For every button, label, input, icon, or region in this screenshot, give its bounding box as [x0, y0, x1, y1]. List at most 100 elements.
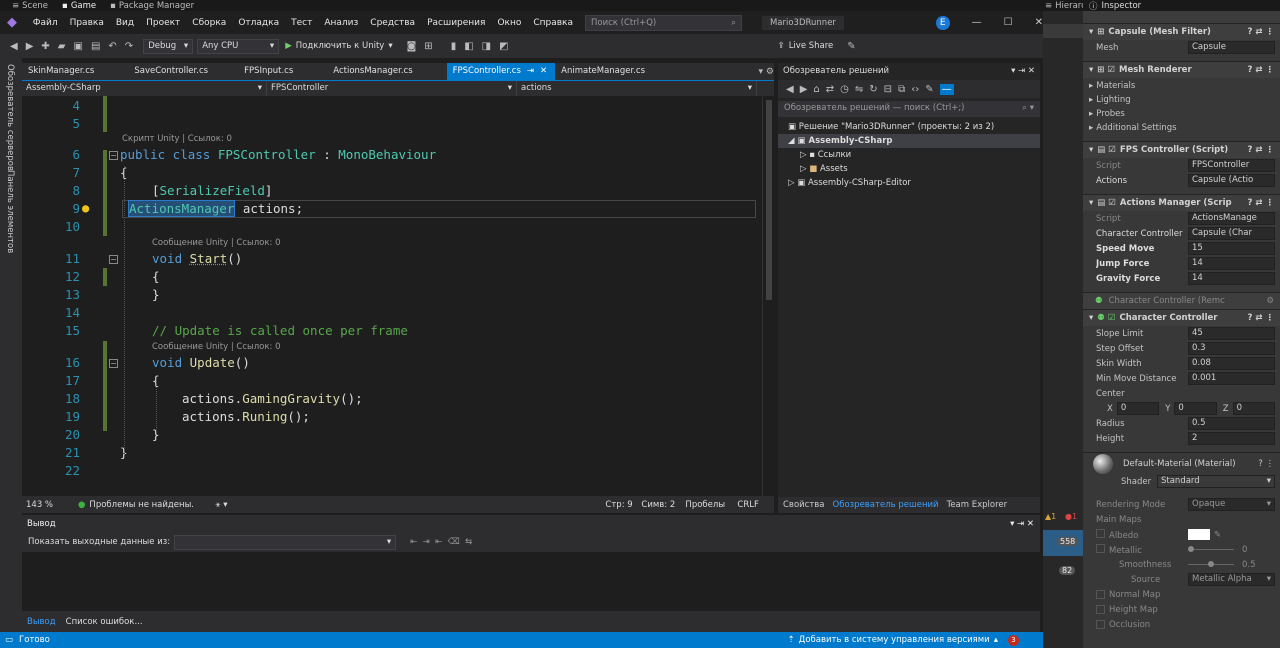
- pin-icon[interactable]: ⇥: [527, 63, 534, 80]
- slope-limit-field[interactable]: 45: [1188, 327, 1275, 340]
- menu-debug[interactable]: Отладка: [238, 18, 279, 28]
- new-project-icon[interactable]: ✚: [41, 41, 49, 52]
- bookmark-prev-icon[interactable]: ◧: [464, 41, 473, 52]
- tab-skinmanager[interactable]: SkinManager.cs: [22, 63, 128, 80]
- tab-team-explorer[interactable]: Team Explorer: [947, 500, 1008, 510]
- fold-toggle-icon[interactable]: −: [109, 359, 118, 368]
- bookmark-icon[interactable]: ▮: [451, 41, 457, 52]
- metallic-slider[interactable]: [1188, 546, 1234, 552]
- error-icon[interactable]: ●1: [1065, 512, 1077, 521]
- forward-icon[interactable]: ▶: [800, 84, 808, 95]
- output-toolbar-icons[interactable]: ⇤ ⇥ ⇤ ⌫ ⇆: [410, 537, 472, 547]
- refresh-icon[interactable]: ↻: [869, 84, 877, 95]
- center-z-field[interactable]: 0: [1232, 402, 1275, 415]
- collapse-icon[interactable]: ⊟: [884, 84, 892, 95]
- back-icon[interactable]: ◀: [10, 41, 18, 52]
- tree-project-assembly[interactable]: ◢ ▣ Assembly-CSharp: [778, 134, 1040, 148]
- eol-indicator[interactable]: CRLF: [737, 500, 758, 510]
- unity-tab-package-manager[interactable]: ▪ Package Manager: [110, 1, 194, 11]
- menu-build[interactable]: Сборка: [192, 18, 226, 28]
- menu-extensions[interactable]: Расширения: [427, 18, 485, 28]
- solution-search-input[interactable]: Обозреватель решений — поиск (Ctrl+;) ⌕ ▾: [778, 101, 1040, 117]
- tab-overflow-icon[interactable]: ▾ ⚙: [759, 67, 774, 77]
- component-mesh-filter[interactable]: ▾ ⊞ Capsule (Mesh Filter) ? ⇄ ⋮: [1083, 23, 1280, 40]
- codelens-message[interactable]: Сообщение Unity | Ссылок: 0: [152, 342, 281, 352]
- pending-icon[interactable]: ◷: [840, 84, 849, 95]
- tree-assets[interactable]: ▷ ■ Assets: [778, 162, 1040, 176]
- component-menu-icon[interactable]: ? ⇄ ⋮: [1248, 313, 1274, 323]
- class-dropdown[interactable]: FPSController ▾: [267, 80, 517, 97]
- tree-project-editor[interactable]: ▷ ▣ Assembly-CSharp-Editor: [778, 176, 1040, 190]
- brush-icon[interactable]: ⚹ ▾: [215, 500, 265, 510]
- albedo-color-swatch[interactable]: [1188, 529, 1210, 540]
- back-icon[interactable]: ◀: [786, 84, 794, 95]
- search-input[interactable]: Поиск (Ctrl+Q) ⌕: [585, 14, 742, 31]
- bookmark-next-icon[interactable]: ◨: [482, 41, 491, 52]
- shader-select[interactable]: Standard ▾: [1157, 475, 1275, 488]
- tab-solution-explorer[interactable]: Обозреватель решений: [833, 500, 939, 510]
- tab-fpsinput[interactable]: FPSInput.cs: [238, 63, 327, 80]
- menu-help[interactable]: Справка: [533, 18, 573, 28]
- tab-output[interactable]: Вывод: [27, 617, 56, 627]
- scroll-thumb[interactable]: [766, 100, 772, 300]
- fold-toggle-icon[interactable]: −: [109, 255, 118, 264]
- component-mesh-renderer[interactable]: ▾ ⊞ ☑ Mesh Renderer ? ⇄ ⋮: [1083, 61, 1280, 78]
- clear-bookmarks-icon[interactable]: ◩: [499, 41, 508, 52]
- foldout-additional-settings[interactable]: ▸ Additional Settings: [1083, 121, 1280, 135]
- component-menu-icon[interactable]: ? ⇄ ⋮: [1248, 198, 1274, 208]
- view-code-icon[interactable]: ‹›: [911, 84, 919, 95]
- center-x-field[interactable]: 0: [1116, 402, 1160, 415]
- camera-icon[interactable]: ◙: [407, 41, 417, 52]
- redo-icon[interactable]: ↷: [125, 41, 133, 52]
- height-field[interactable]: 2: [1188, 432, 1275, 445]
- menu-window[interactable]: Окно: [497, 18, 521, 28]
- metallic-value[interactable]: 0: [1242, 545, 1247, 555]
- show-files-icon[interactable]: ⧉: [898, 84, 905, 95]
- tab-savecontroller[interactable]: SaveController.cs: [128, 63, 238, 80]
- speed-move-field[interactable]: 15: [1188, 242, 1275, 255]
- source-select[interactable]: Metallic Alpha ▾: [1188, 573, 1275, 586]
- tab-error-list[interactable]: Список ошибок...: [66, 617, 143, 627]
- live-share-button[interactable]: ⇪ Live Share: [778, 41, 834, 51]
- rendering-mode-select[interactable]: Opaque ▾: [1188, 498, 1275, 511]
- tree-references[interactable]: ▷ ▪ Ссылки: [778, 148, 1040, 162]
- whitespace-indicator[interactable]: Пробелы: [685, 500, 737, 510]
- menu-test[interactable]: Тест: [291, 18, 312, 28]
- component-character-controller-removed[interactable]: ⚉ Character Controller (Remc ⚙: [1083, 292, 1280, 309]
- unity-tab-game[interactable]: ▪ Game: [62, 1, 96, 11]
- menu-file[interactable]: Файл: [33, 18, 58, 28]
- member-dropdown[interactable]: actions ▾: [517, 80, 757, 97]
- notifications-badge[interactable]: 3: [1008, 634, 1019, 646]
- component-menu-icon[interactable]: ? ⇄ ⋮: [1248, 65, 1274, 75]
- unity-tab-scene[interactable]: ≡ Scene: [12, 1, 48, 11]
- save-icon[interactable]: ▣: [74, 41, 83, 52]
- avatar[interactable]: E: [935, 15, 950, 30]
- sync-icon[interactable]: ⇋: [855, 84, 863, 95]
- server-explorer-tab[interactable]: Обозреватель серверов: [5, 64, 15, 171]
- jump-force-field[interactable]: 14: [1188, 257, 1275, 270]
- hierarchy-selected-row[interactable]: [1043, 24, 1083, 38]
- codelens-script[interactable]: Скрипт Unity | Ссылок: 0: [122, 134, 232, 144]
- source-control-icon[interactable]: ⇡: [788, 635, 795, 645]
- mesh-field[interactable]: Capsule: [1188, 41, 1275, 54]
- minimize-icon[interactable]: —: [972, 17, 982, 28]
- add-to-source-control[interactable]: Добавить в систему управления версиями: [799, 635, 990, 645]
- component-character-controller[interactable]: ▾ ⚉ ☑ Character Controller ? ⇄ ⋮: [1083, 309, 1280, 326]
- layout-icon[interactable]: ⊞: [424, 41, 432, 52]
- save-all-icon[interactable]: ▤: [91, 41, 100, 52]
- fold-toggle-icon[interactable]: −: [109, 151, 118, 160]
- project-dropdown[interactable]: Assembly-CSharp ▾: [22, 80, 267, 97]
- configuration-select[interactable]: Debug ▾: [143, 38, 194, 54]
- properties-icon[interactable]: ✎: [925, 84, 933, 95]
- foldout-probes[interactable]: ▸ Probes: [1083, 107, 1280, 121]
- codelens-message[interactable]: Сообщение Unity | Ссылок: 0: [152, 238, 281, 248]
- undo-icon[interactable]: ↶: [108, 41, 116, 52]
- tab-animatemanager[interactable]: AnimateManager.cs: [555, 63, 661, 80]
- warning-icon[interactable]: ▲1: [1045, 512, 1056, 521]
- tab-close-icon[interactable]: ✕: [540, 63, 547, 80]
- maximize-icon[interactable]: ☐: [1004, 17, 1013, 28]
- panel-controls-icon[interactable]: ▾ ⇥ ✕: [1011, 66, 1035, 77]
- code-editor[interactable]: 4 5 Скрипт Unity | Ссылок: 0 6 − public …: [22, 96, 762, 496]
- lightbulb-icon[interactable]: ●: [82, 201, 92, 215]
- skin-width-field[interactable]: 0.08: [1188, 357, 1275, 370]
